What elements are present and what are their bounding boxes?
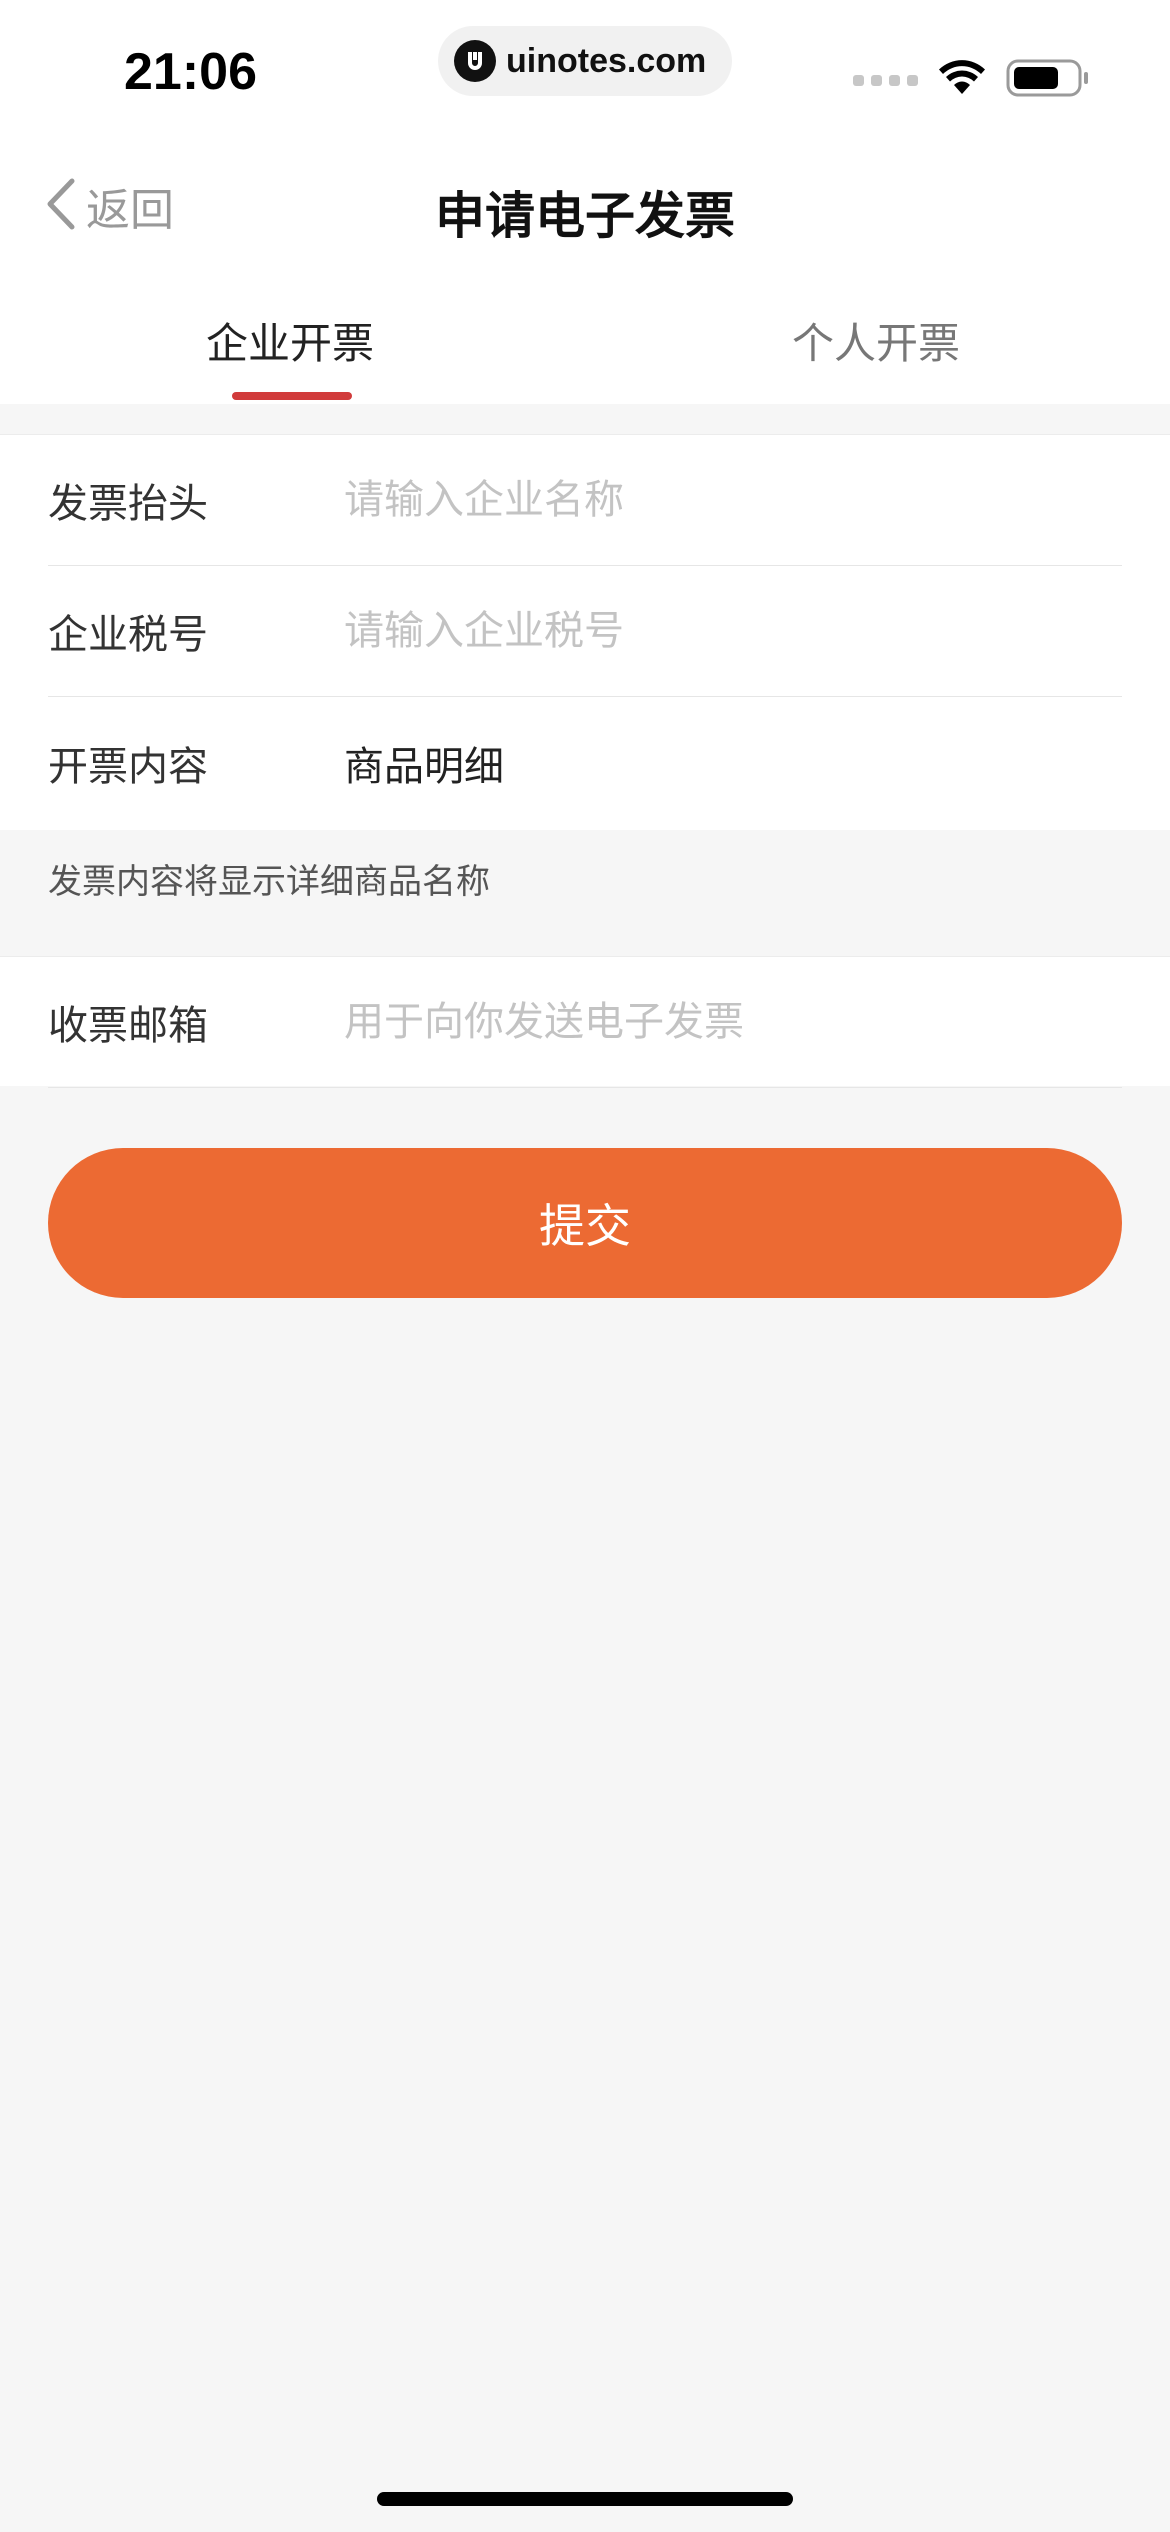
email-input[interactable]: [344, 999, 1122, 1045]
navigation-bar: 返回 申请电子发票: [0, 140, 1170, 270]
invoice-title-label: 发票抬头: [48, 481, 208, 527]
battery-icon: [1006, 58, 1090, 102]
invoice-type-tabs: 企业开票 个人开票: [0, 270, 1170, 404]
page-title: 申请电子发票: [435, 187, 735, 245]
invoice-title-row: 发票抬头: [48, 435, 1122, 566]
invoice-form-group: 发票抬头 企业税号 开票内容 商品明细: [0, 434, 1170, 830]
invoice-content-row: 开票内容 商品明细: [48, 697, 1122, 828]
status-icons: [853, 58, 1090, 102]
invoice-content-hint: 发票内容将显示详细商品名称: [48, 862, 490, 902]
url-pill[interactable]: uinotes.com: [438, 26, 732, 96]
invoice-content-value: 商品明细: [344, 743, 504, 790]
status-bar: 21:06 uinotes.com: [0, 0, 1170, 140]
tab-personal-invoice[interactable]: 个人开票: [792, 310, 960, 371]
wifi-icon: [938, 60, 986, 100]
tax-id-row: 企业税号: [48, 566, 1122, 697]
active-tab-indicator: [232, 392, 352, 400]
submit-button[interactable]: 提交: [48, 1148, 1122, 1298]
tab-company-invoice[interactable]: 企业开票: [206, 310, 374, 371]
invoice-content-label: 开票内容: [48, 743, 208, 790]
invoice-request-screen: 21:06 uinotes.com 返回 申请电子发票 企业开票 个人开票 发票…: [0, 0, 1170, 2532]
tax-id-input[interactable]: [344, 608, 1122, 654]
site-logo-icon: [454, 40, 496, 82]
invoice-title-input[interactable]: [344, 477, 1122, 523]
tax-id-label: 企业税号: [48, 612, 208, 658]
email-label: 收票邮箱: [48, 1003, 208, 1049]
status-time: 21:06: [124, 43, 257, 101]
signal-icon: [853, 74, 918, 86]
home-indicator: [377, 2492, 793, 2506]
email-row: 收票邮箱: [48, 957, 1122, 1088]
email-form-group: 收票邮箱: [0, 956, 1170, 1088]
url-text: uinotes.com: [506, 41, 707, 80]
